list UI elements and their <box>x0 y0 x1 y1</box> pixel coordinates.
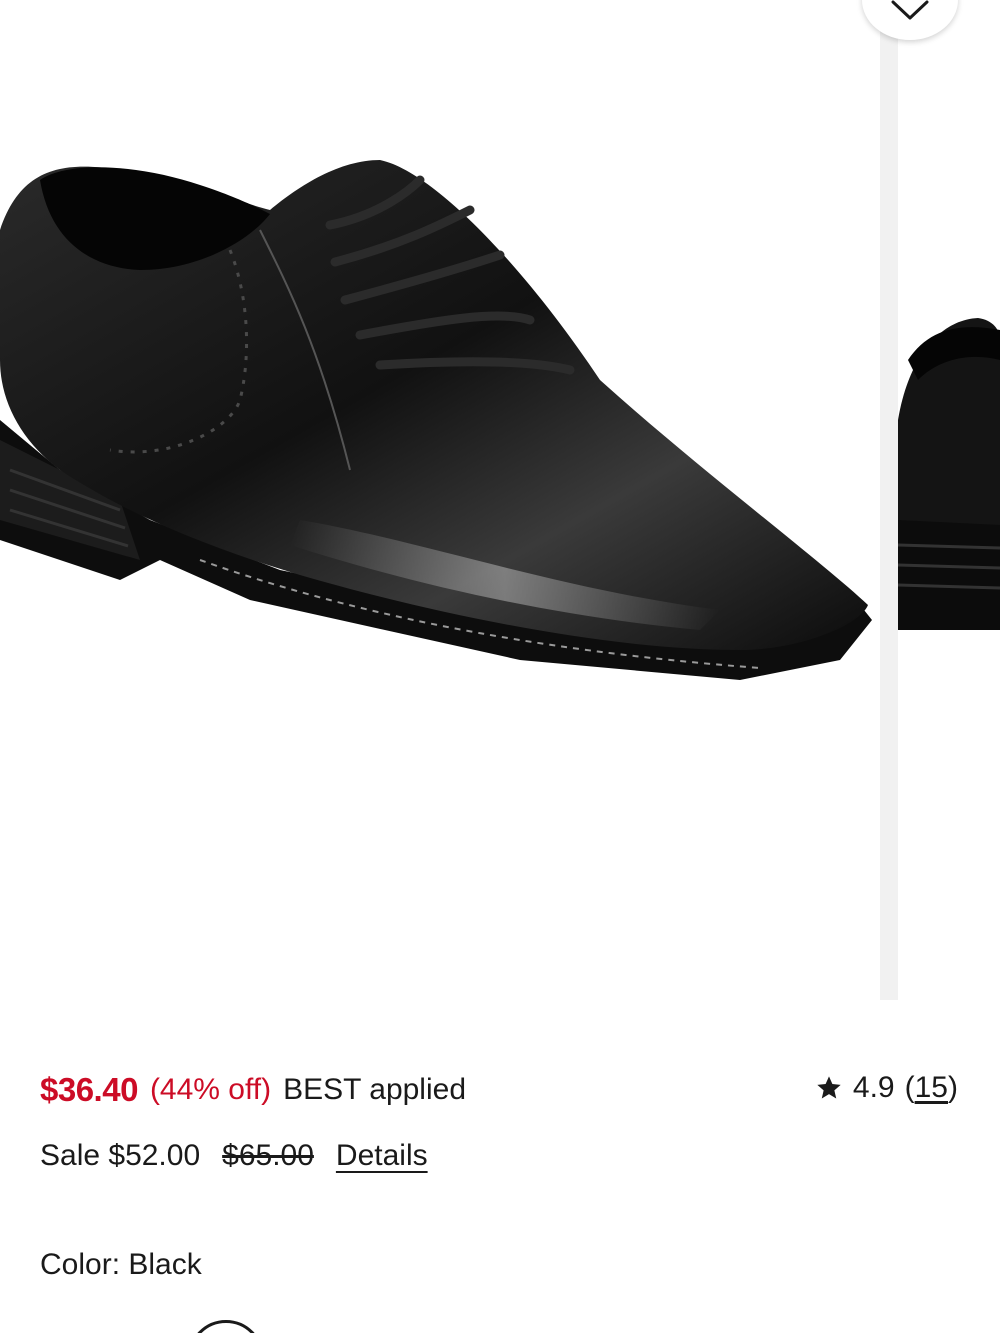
product-page: $36.40 (44% off) BEST applied 4.9 ( 15 )… <box>0 0 1000 1333</box>
percent-off: (44% off) <box>149 1073 272 1106</box>
rating-open-paren: ( <box>904 1071 915 1104</box>
product-image-carousel[interactable] <box>0 0 1000 1000</box>
shoe-image-next <box>897 318 1000 630</box>
rating[interactable]: 4.9 ( 15 ) <box>815 1066 958 1110</box>
shoe-image <box>0 160 872 680</box>
color-label: Color: Black <box>40 1248 202 1281</box>
current-price: $36.40 <box>40 1071 138 1108</box>
rating-close-paren: ) <box>948 1071 958 1104</box>
color-label-row: Color: Black <box>40 1245 202 1285</box>
star-icon <box>817 1076 841 1099</box>
product-image-main[interactable] <box>0 0 880 1000</box>
sale-price: Sale $52.00 <box>40 1139 201 1172</box>
details-link[interactable]: Details <box>336 1139 428 1173</box>
coupon-applied-text: BEST applied <box>283 1073 467 1106</box>
product-image-next[interactable] <box>897 0 1000 1000</box>
review-count-link[interactable]: 15 <box>915 1071 948 1105</box>
carousel-divider <box>880 0 898 1000</box>
heart-icon <box>891 0 929 20</box>
sale-price-row: Sale $52.00 $65.00 Details <box>40 1136 428 1176</box>
rating-value: 4.9 <box>852 1071 895 1104</box>
color-swatch[interactable] <box>188 1320 264 1333</box>
original-price: $65.00 <box>222 1139 314 1172</box>
